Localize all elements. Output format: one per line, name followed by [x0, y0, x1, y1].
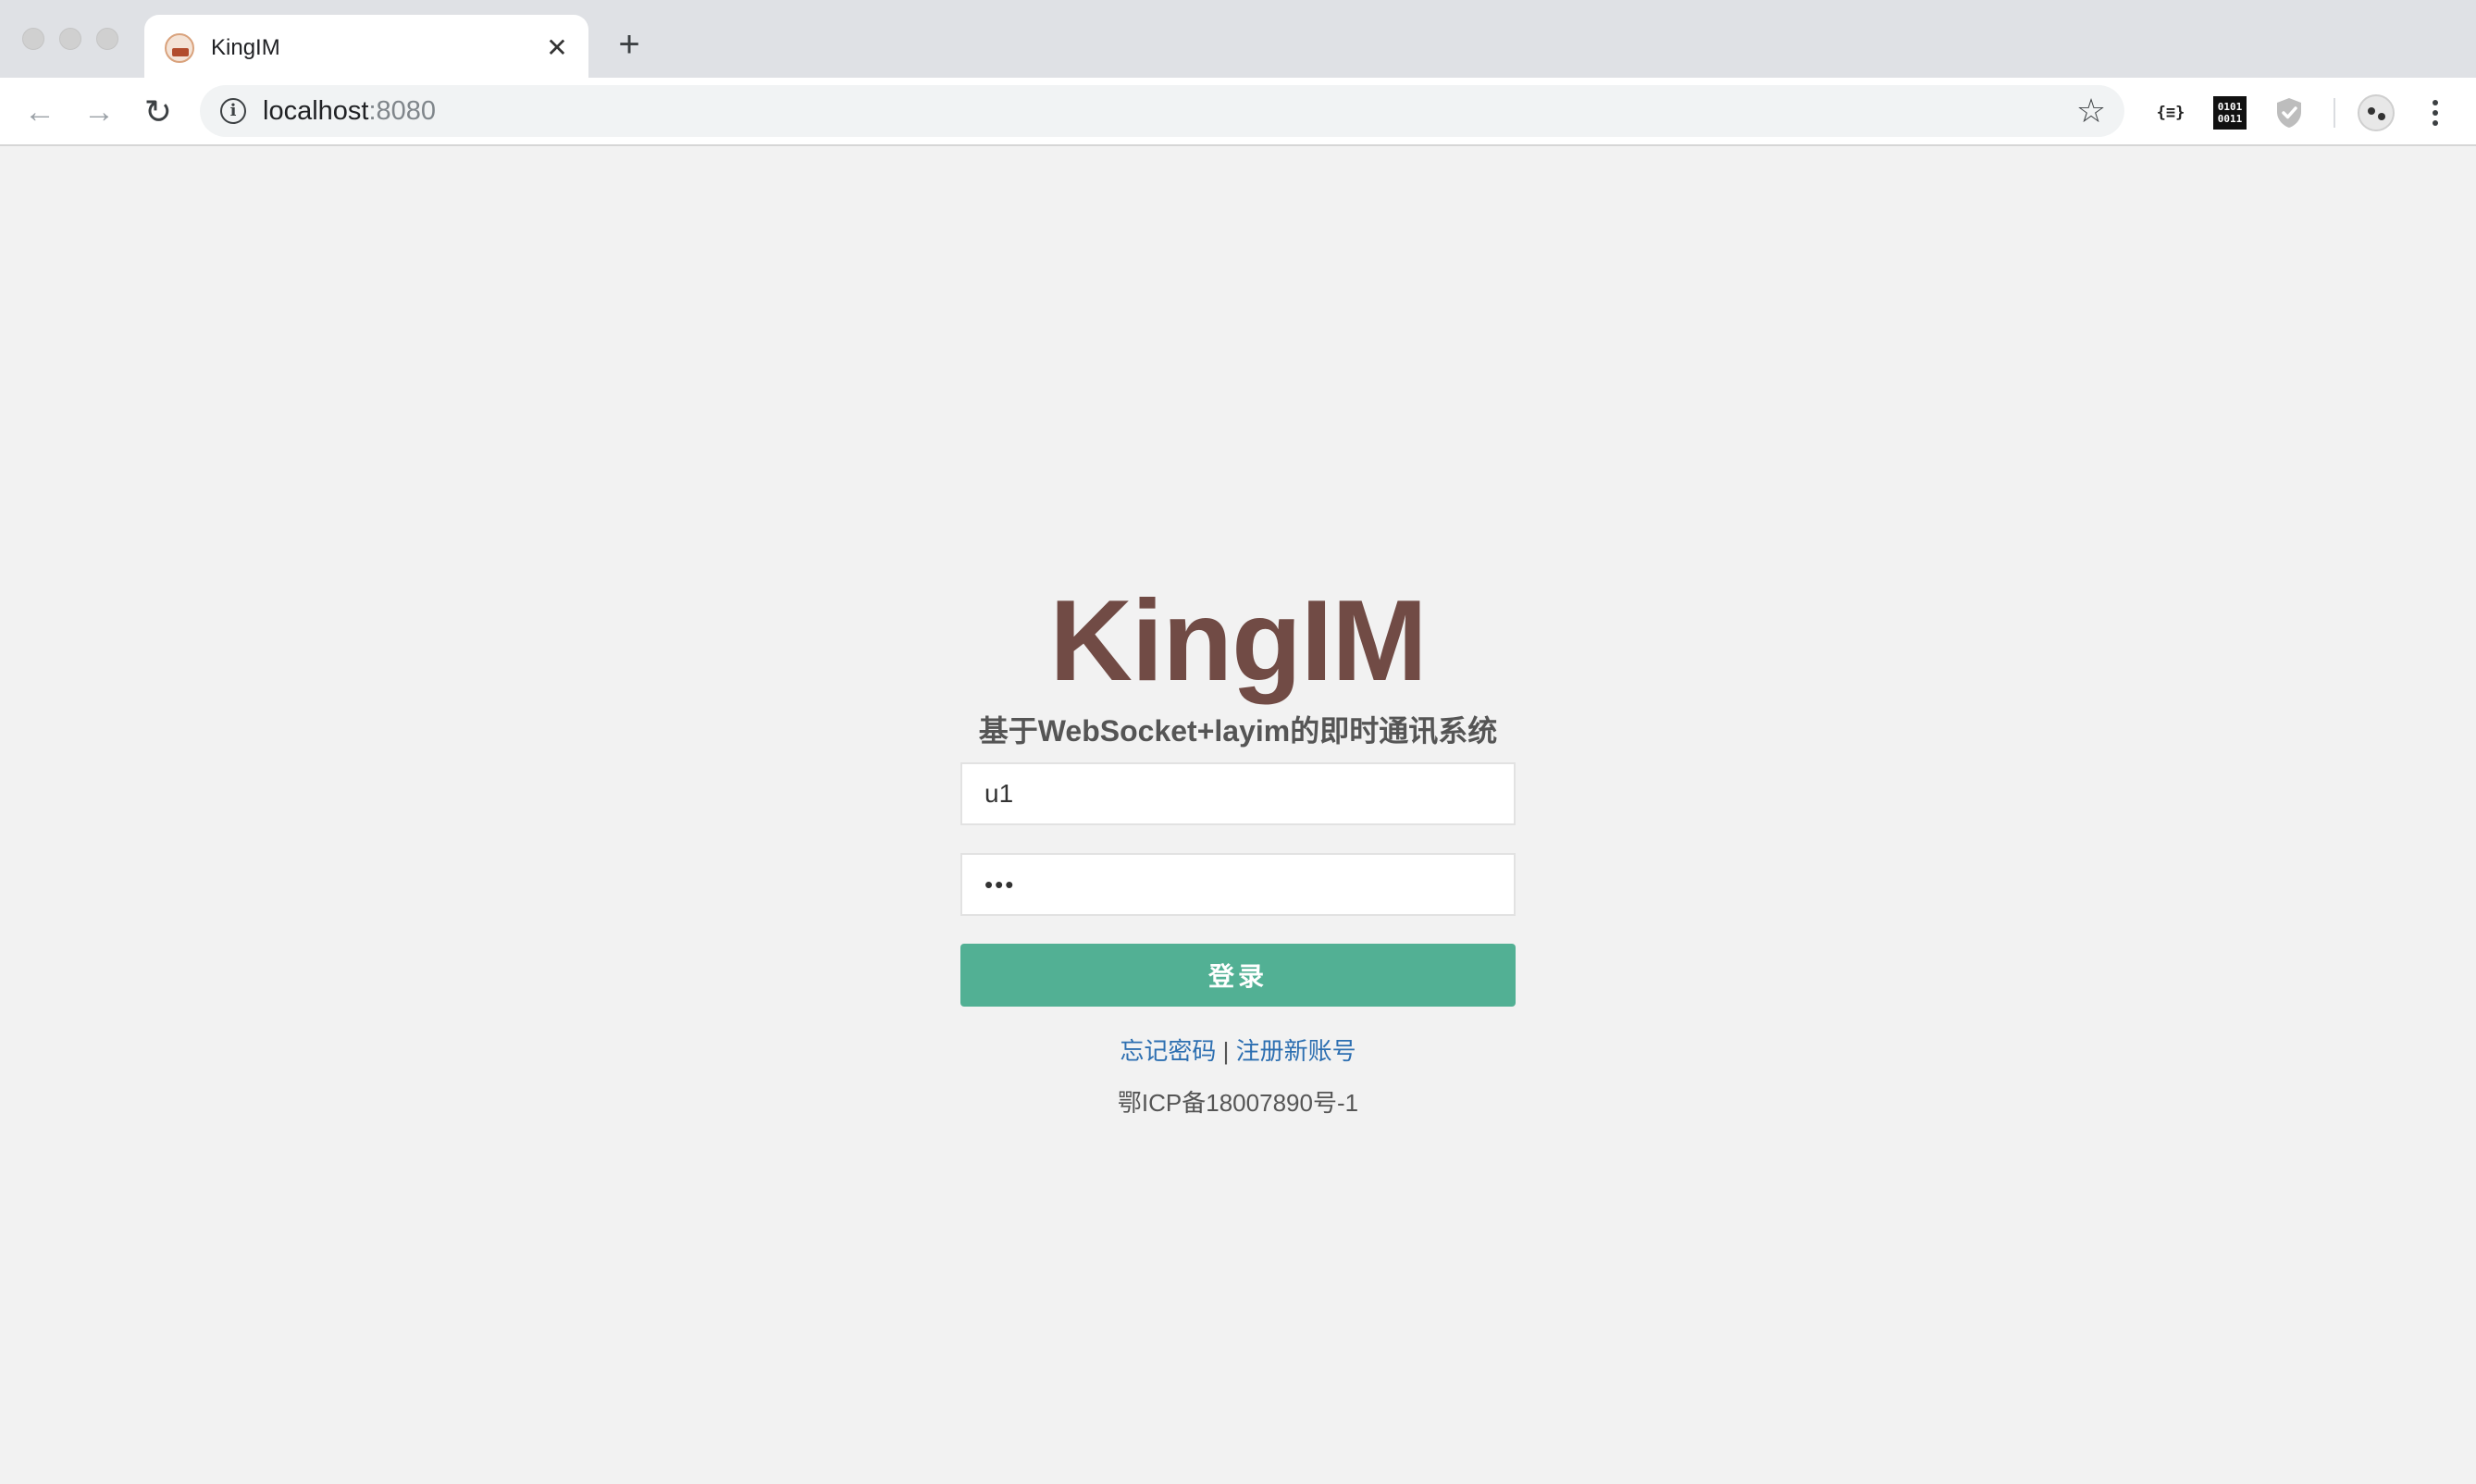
login-button[interactable]: 登录 — [960, 944, 1516, 1007]
browser-toolbar: ← → ↻ i localhost:8080 ☆ {≡} 0101 0011 — [0, 78, 2476, 146]
links-separator: | — [1222, 1037, 1230, 1065]
minimize-window-button[interactable] — [59, 28, 81, 50]
binary-top-text: 0101 — [2217, 101, 2243, 113]
account-links: 忘记密码 | 注册新账号 — [960, 1036, 1516, 1066]
browser-menu-icon[interactable] — [2419, 96, 2452, 130]
icp-record: 鄂ICP备18007890号-1 — [1117, 1089, 1359, 1117]
address-bar[interactable]: i localhost:8080 ☆ — [200, 85, 2124, 137]
binary-extension-icon[interactable]: 0101 0011 — [2213, 96, 2247, 130]
shield-extension-icon[interactable] — [2272, 96, 2306, 130]
brand-title: KingIM — [1049, 577, 1427, 705]
close-tab-icon[interactable]: ✕ — [544, 35, 570, 61]
bookmark-star-icon[interactable]: ☆ — [2073, 93, 2110, 130]
url-port: :8080 — [368, 96, 437, 126]
tab-title: KingIM — [211, 35, 280, 60]
register-link[interactable]: 注册新账号 — [1236, 1037, 1356, 1065]
toolbar-separator — [2334, 98, 2335, 128]
login-panel: KingIM 基于WebSocket+layim的即时通讯系统 登录 忘记密码 … — [960, 581, 1516, 1118]
reload-icon[interactable]: ↻ — [141, 94, 176, 130]
forgot-password-link[interactable]: 忘记密码 — [1120, 1037, 1216, 1065]
binary-bottom-text: 0011 — [2217, 113, 2243, 125]
maximize-window-button[interactable] — [96, 28, 118, 50]
favicon-icon — [165, 33, 194, 63]
brand-subtitle: 基于WebSocket+layim的即时通讯系统 — [978, 714, 1498, 748]
back-arrow-icon[interactable]: ← — [22, 94, 57, 130]
page-viewport: KingIM 基于WebSocket+layim的即时通讯系统 登录 忘记密码 … — [0, 146, 2476, 1484]
password-input[interactable] — [960, 853, 1516, 916]
forward-arrow-icon[interactable]: → — [81, 94, 117, 130]
json-viewer-extension-icon[interactable]: {≡} — [2154, 96, 2187, 130]
shield-icon — [2277, 98, 2301, 128]
username-input[interactable] — [960, 762, 1516, 825]
url-host: localhost — [263, 96, 369, 126]
profile-avatar-icon[interactable] — [2358, 94, 2395, 131]
new-tab-icon[interactable]: + — [613, 26, 646, 63]
url-text[interactable]: localhost:8080 — [263, 96, 436, 126]
site-info-icon[interactable]: i — [220, 98, 246, 124]
tab-strip: KingIM ✕ + — [0, 0, 2476, 78]
active-tab[interactable]: KingIM ✕ — [144, 15, 588, 78]
close-window-button[interactable] — [22, 28, 44, 50]
browser-window: KingIM ✕ + ← → ↻ i localhost:8080 ☆ {≡} … — [0, 0, 2476, 1484]
window-controls — [22, 28, 118, 50]
